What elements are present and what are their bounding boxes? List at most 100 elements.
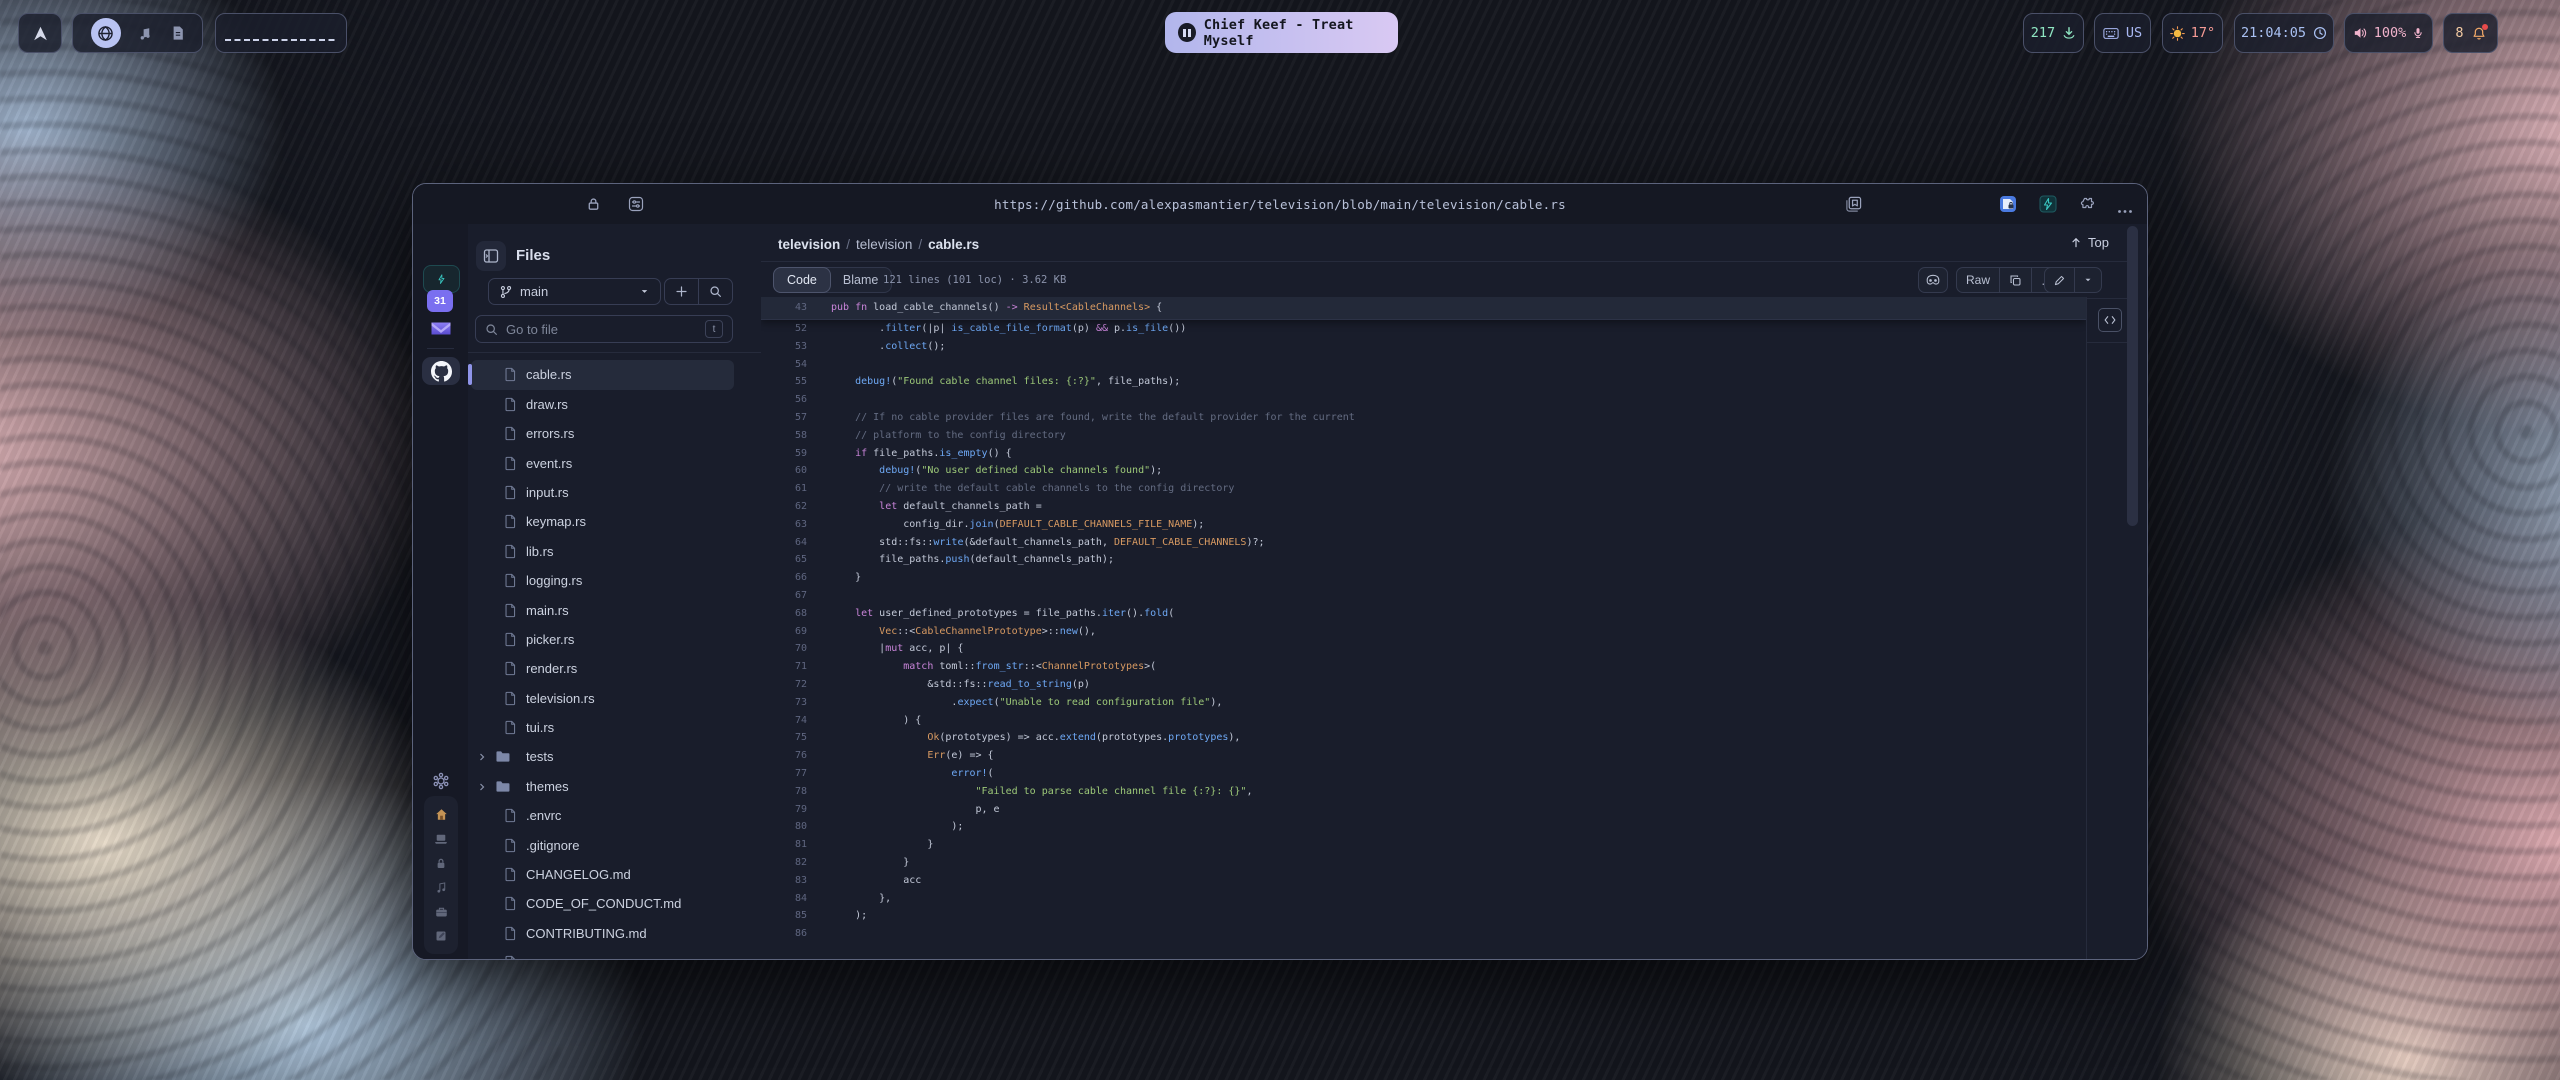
- new-file-button[interactable]: [665, 279, 698, 304]
- document-icon[interactable]: [171, 25, 185, 41]
- lightning-extension-icon[interactable]: [2039, 195, 2057, 218]
- line-number[interactable]: 75: [761, 729, 807, 747]
- line-number[interactable]: 65: [761, 551, 807, 569]
- browser-globe-icon[interactable]: [91, 18, 121, 48]
- workspace-briefcase-icon[interactable]: [435, 906, 448, 918]
- file-tree-item[interactable]: event.rs: [471, 449, 734, 478]
- line-number[interactable]: 72: [761, 676, 807, 694]
- file-tree-item[interactable]: tui.rs: [471, 713, 734, 742]
- browser-menu-icon[interactable]: [2117, 201, 2133, 219]
- workspace-indicator[interactable]: [215, 13, 347, 53]
- line-number[interactable]: 68: [761, 605, 807, 623]
- collapse-file-tree-button[interactable]: [476, 241, 506, 271]
- keyboard-layout-widget[interactable]: US: [2094, 13, 2151, 53]
- pinned-tab-lightning[interactable]: [423, 265, 460, 293]
- line-number[interactable]: 52: [761, 320, 807, 338]
- raw-button[interactable]: Raw: [1957, 268, 1999, 292]
- line-number[interactable]: 53: [761, 338, 807, 356]
- line-number[interactable]: 56: [761, 391, 807, 409]
- file-tree-item[interactable]: keymap.rs: [471, 507, 734, 536]
- copy-raw-button[interactable]: [1999, 268, 2031, 292]
- notifications-widget[interactable]: 8: [2443, 13, 2498, 53]
- workspace-lock-icon[interactable]: [435, 857, 447, 870]
- pinned-tab-calendar[interactable]: 31: [427, 290, 453, 312]
- line-number[interactable]: 69: [761, 623, 807, 641]
- line-number[interactable]: 76: [761, 747, 807, 765]
- branch-selector[interactable]: main: [488, 278, 661, 305]
- file-tree-item[interactable]: CODE_OF_CONDUCT.md: [471, 889, 734, 918]
- workspace-home-icon[interactable]: [435, 808, 448, 821]
- clock-widget[interactable]: 21:04:05: [2234, 13, 2334, 53]
- file-tree-item[interactable]: render.rs: [471, 654, 734, 683]
- scroll-to-top-link[interactable]: Top: [2070, 235, 2109, 250]
- line-number[interactable]: 74: [761, 712, 807, 730]
- symbols-panel-button[interactable]: [2098, 308, 2122, 332]
- line-number[interactable]: 77: [761, 765, 807, 783]
- bookmarks-library-icon[interactable]: [1845, 196, 1862, 218]
- line-number[interactable]: 54: [761, 356, 807, 374]
- file-tree-item[interactable]: tests: [471, 742, 734, 771]
- line-number[interactable]: 73: [761, 694, 807, 712]
- workspace-music-icon[interactable]: [435, 881, 448, 894]
- line-number[interactable]: 61: [761, 480, 807, 498]
- active-tab-github[interactable]: [422, 357, 460, 385]
- line-number[interactable]: 71: [761, 658, 807, 676]
- line-number[interactable]: 58: [761, 427, 807, 445]
- file-tree-item[interactable]: logging.rs: [471, 566, 734, 595]
- file-tree-item[interactable]: lib.rs: [471, 537, 734, 566]
- line-number[interactable]: 43: [761, 297, 807, 319]
- url-bar[interactable]: https://github.com/alexpasmantier/televi…: [413, 184, 2147, 224]
- line-number[interactable]: 86: [761, 925, 807, 943]
- breadcrumb-repo[interactable]: television: [778, 237, 840, 252]
- file-tree-item[interactable]: cable.rs: [471, 360, 734, 389]
- line-number[interactable]: 79: [761, 801, 807, 819]
- line-number[interactable]: 67: [761, 587, 807, 605]
- file-tree-item[interactable]: .envrc: [471, 801, 734, 830]
- line-number[interactable]: 82: [761, 854, 807, 872]
- file-tree-item[interactable]: CHANGELOG.md: [471, 860, 734, 889]
- launcher-button[interactable]: [18, 13, 62, 53]
- line-number[interactable]: 59: [761, 445, 807, 463]
- edit-dropdown-button[interactable]: [2074, 268, 2101, 292]
- line-number[interactable]: 83: [761, 872, 807, 890]
- file-tree-item[interactable]: [471, 948, 734, 959]
- volume-widget[interactable]: 100%: [2344, 13, 2433, 53]
- media-player-widget[interactable]: Chief Keef - Treat Myself: [1165, 12, 1398, 53]
- search-files-button[interactable]: [698, 279, 732, 304]
- pause-icon[interactable]: [1178, 23, 1196, 42]
- line-number[interactable]: 78: [761, 783, 807, 801]
- extensions-puzzle-icon[interactable]: [2079, 196, 2095, 217]
- page-scrollbar-thumb[interactable]: [2127, 226, 2138, 526]
- workspace-laptop-icon[interactable]: [434, 833, 448, 845]
- line-number[interactable]: 57: [761, 409, 807, 427]
- password-manager-extension-icon[interactable]: [1999, 195, 2017, 218]
- line-number[interactable]: 63: [761, 516, 807, 534]
- file-tree-item[interactable]: input.rs: [471, 478, 734, 507]
- line-number[interactable]: 70: [761, 640, 807, 658]
- updates-widget[interactable]: 217: [2023, 13, 2084, 53]
- line-number[interactable]: 85: [761, 907, 807, 925]
- file-tree-item[interactable]: television.rs: [471, 684, 734, 713]
- line-number[interactable]: 55: [761, 373, 807, 391]
- line-number[interactable]: 80: [761, 818, 807, 836]
- weather-widget[interactable]: 17°: [2162, 13, 2223, 53]
- file-tree-item[interactable]: [471, 353, 734, 360]
- line-number[interactable]: 66: [761, 569, 807, 587]
- music-note-icon[interactable]: [138, 26, 153, 41]
- file-tree-item[interactable]: CONTRIBUTING.md: [471, 919, 734, 948]
- file-tree-item[interactable]: main.rs: [471, 596, 734, 625]
- line-number[interactable]: 60: [761, 462, 807, 480]
- line-number[interactable]: 84: [761, 890, 807, 908]
- code-tab[interactable]: Code: [773, 267, 831, 293]
- workspace-memo-icon[interactable]: [435, 930, 447, 942]
- file-tree-item[interactable]: .gitignore: [471, 831, 734, 860]
- line-number[interactable]: 62: [761, 498, 807, 516]
- file-tree-item[interactable]: draw.rs: [471, 390, 734, 419]
- breadcrumb-dir[interactable]: television: [856, 237, 912, 252]
- edit-pencil-button[interactable]: [2045, 268, 2074, 292]
- line-number[interactable]: 81: [761, 836, 807, 854]
- line-number[interactable]: 64: [761, 534, 807, 552]
- copilot-button[interactable]: [1918, 267, 1948, 293]
- file-tree-item[interactable]: themes: [471, 772, 734, 801]
- go-to-file-input[interactable]: Go to file t: [475, 315, 733, 343]
